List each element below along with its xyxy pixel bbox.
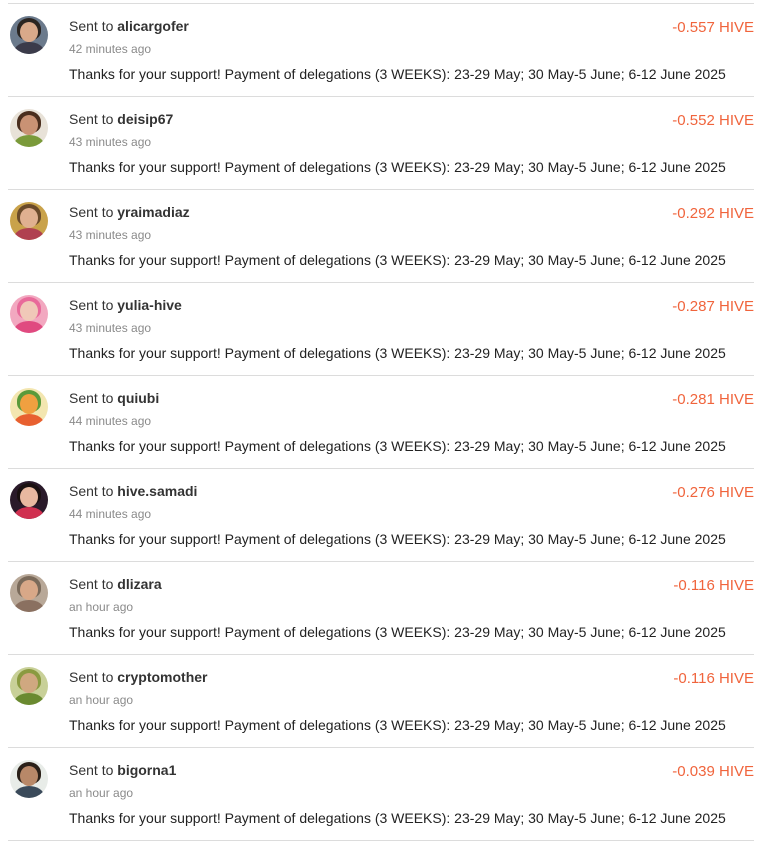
recipient-username-link[interactable]: yulia-hive xyxy=(117,297,182,313)
transfer-timestamp: 43 minutes ago xyxy=(69,321,152,335)
transfer-amount: -0.281 HIVE xyxy=(672,391,754,408)
transfer-memo: Thanks for your support! Payment of dele… xyxy=(69,66,726,82)
transfer-timestamp: 43 minutes ago xyxy=(69,228,152,242)
transfer-direction-label: Sent to xyxy=(69,297,118,313)
avatar[interactable] xyxy=(10,16,48,54)
transfer-row: Sent to hive.samadi 44 minutes ago Thanks … xyxy=(8,468,754,561)
transfer-amount: -0.552 HIVE xyxy=(672,112,754,129)
transfer-title: Sent to dlizara xyxy=(69,576,162,592)
recipient-username-link[interactable]: quiubi xyxy=(117,390,159,406)
transfer-row: Sent to deisip67 43 minutes ago Thanks for… xyxy=(8,96,754,189)
transfer-direction-label: Sent to xyxy=(69,111,118,127)
transfer-amount: -0.116 HIVE xyxy=(673,577,754,594)
transfer-amount: -0.039 HIVE xyxy=(672,763,754,780)
transfer-title: Sent to yraimadiaz xyxy=(69,204,190,220)
transfer-memo: Thanks for your support! Payment of dele… xyxy=(69,717,726,733)
transfer-title: Sent to cryptomother xyxy=(69,669,208,685)
transfer-direction-label: Sent to xyxy=(69,18,118,34)
transfer-direction-label: Sent to xyxy=(69,762,118,778)
transfer-title: Sent to yulia-hive xyxy=(69,297,182,313)
transfer-memo: Thanks for your support! Payment of dele… xyxy=(69,252,726,268)
transfer-row: Sent to yraimadiaz 43 minutes ago Thanks f… xyxy=(8,189,754,282)
avatar[interactable] xyxy=(10,481,48,519)
avatar[interactable] xyxy=(10,760,48,798)
transfer-title: Sent to hive.samadi xyxy=(69,483,197,499)
recipient-username-link[interactable]: alicargofer xyxy=(117,18,189,34)
transfer-memo: Thanks for your support! Payment of dele… xyxy=(69,531,726,547)
transfer-timestamp: 43 minutes ago xyxy=(69,135,152,149)
recipient-username-link[interactable]: deisip67 xyxy=(117,111,173,127)
transfer-direction-label: Sent to xyxy=(69,390,118,406)
recipient-username-link[interactable]: yraimadiaz xyxy=(117,204,189,220)
avatar[interactable] xyxy=(10,109,48,147)
transfer-row: Sent to bigorna1 an hour ago Thanks for yo… xyxy=(8,747,754,840)
transfer-row: Sent to cryptomother an hour ago Thanks fo… xyxy=(8,654,754,747)
transfer-amount: -0.287 HIVE xyxy=(672,298,754,315)
transfer-title: Sent to bigorna1 xyxy=(69,762,176,778)
transfer-amount: -0.276 HIVE xyxy=(672,484,754,501)
avatar[interactable] xyxy=(10,388,48,426)
transfer-timestamp: 44 minutes ago xyxy=(69,414,152,428)
avatar[interactable] xyxy=(10,574,48,612)
recipient-username-link[interactable]: dlizara xyxy=(117,576,161,592)
transfer-timestamp: an hour ago xyxy=(69,786,134,800)
transfer-row: Sent to quiubi 44 minutes ago Thanks for y… xyxy=(8,375,754,468)
transfer-row: Sent to alicargofer 42 minutes ago Thanks … xyxy=(8,3,754,96)
transfer-timestamp: an hour ago xyxy=(69,693,134,707)
transfer-amount: -0.557 HIVE xyxy=(672,19,754,36)
transfer-memo: Thanks for your support! Payment of dele… xyxy=(69,810,726,826)
transfer-amount: -0.116 HIVE xyxy=(673,670,754,687)
transfer-direction-label: Sent to xyxy=(69,483,118,499)
recipient-username-link[interactable]: bigorna1 xyxy=(117,762,176,778)
avatar[interactable] xyxy=(10,667,48,705)
transfer-direction-label: Sent to xyxy=(69,669,118,685)
transfer-timestamp: an hour ago xyxy=(69,600,134,614)
transfer-history-list: Sent to alicargofer 42 minutes ago Thanks … xyxy=(0,3,768,846)
recipient-username-link[interactable]: cryptomother xyxy=(117,669,207,685)
transfer-memo: Thanks for your support! Payment of dele… xyxy=(69,624,726,640)
transfer-timestamp: 44 minutes ago xyxy=(69,507,152,521)
recipient-username-link[interactable]: hive.samadi xyxy=(117,483,197,499)
transfer-title: Sent to alicargofer xyxy=(69,18,189,34)
transfer-row: Sent to dlizara an hour ago Thanks for you… xyxy=(8,561,754,654)
transfer-memo: Thanks for your support! Payment of dele… xyxy=(69,159,726,175)
transfer-timestamp: 42 minutes ago xyxy=(69,42,152,56)
transfer-memo: Thanks for your support! Payment of dele… xyxy=(69,345,726,361)
transfer-direction-label: Sent to xyxy=(69,204,118,220)
transfer-row: Sent to yulia-hive 43 minutes ago Thanks f… xyxy=(8,282,754,375)
transfer-amount: -0.292 HIVE xyxy=(672,205,754,222)
transfer-title: Sent to deisip67 xyxy=(69,111,173,127)
avatar[interactable] xyxy=(10,295,48,333)
transfer-direction-label: Sent to xyxy=(69,576,118,592)
list-bottom-divider xyxy=(8,840,754,841)
avatar[interactable] xyxy=(10,202,48,240)
transfer-title: Sent to quiubi xyxy=(69,390,159,406)
transfer-memo: Thanks for your support! Payment of dele… xyxy=(69,438,726,454)
